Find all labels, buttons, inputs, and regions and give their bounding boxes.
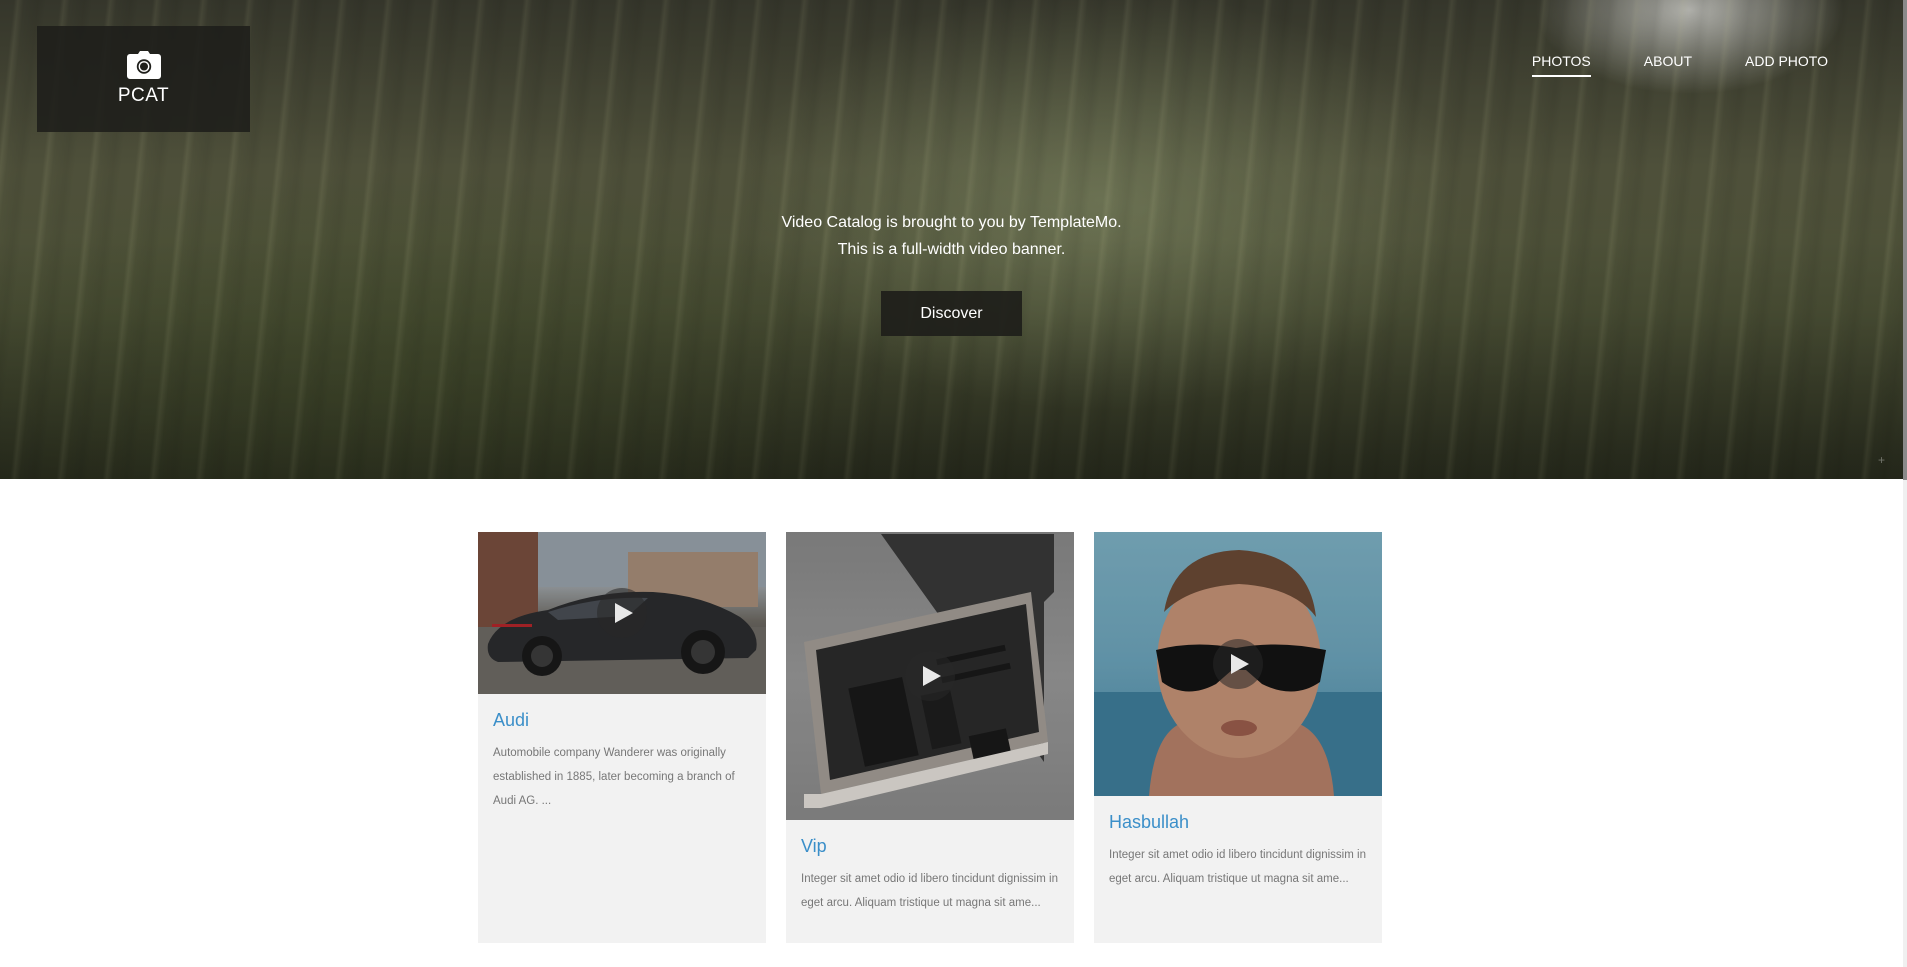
hero-line-2: This is a full-width video banner. bbox=[837, 241, 1066, 258]
nav-photos[interactable]: PHOTOS bbox=[1531, 53, 1591, 77]
play-icon bbox=[923, 666, 941, 686]
card-title[interactable]: Audi bbox=[478, 710, 766, 731]
photo-card-hasbullah: Hasbullah Integer sit amet odio id liber… bbox=[1094, 532, 1382, 943]
card-description: Integer sit amet odio id libero tincidun… bbox=[1109, 849, 1366, 885]
hero-caption: Video Catalog is brought to you by Templ… bbox=[0, 209, 1903, 263]
play-button[interactable] bbox=[905, 651, 955, 701]
card-thumbnail[interactable] bbox=[1094, 532, 1382, 796]
play-icon bbox=[1231, 654, 1249, 674]
hero-line-1: Video Catalog is brought to you by Templ… bbox=[781, 214, 1122, 231]
card-description: Automobile company Wanderer was original… bbox=[493, 747, 735, 807]
logo[interactable]: PCAT bbox=[37, 26, 250, 132]
play-button[interactable] bbox=[597, 588, 647, 638]
nav-add-photo[interactable]: ADD PHOTO bbox=[1745, 53, 1828, 77]
card-thumbnail[interactable] bbox=[478, 532, 766, 694]
page-scrollbar[interactable] bbox=[1903, 0, 1907, 967]
camera-icon bbox=[126, 51, 161, 79]
photo-card-vip: Vip Integer sit amet odio id libero tinc… bbox=[786, 532, 1074, 943]
card-title[interactable]: Vip bbox=[786, 836, 1074, 857]
play-button[interactable] bbox=[1213, 639, 1263, 689]
card-title[interactable]: Hasbullah bbox=[1094, 812, 1382, 833]
hero-banner: PCAT PHOTOS ABOUT ADD PHOTO Video Catalo… bbox=[0, 0, 1903, 479]
brand-name: PCAT bbox=[117, 85, 170, 106]
plus-icon: + bbox=[1877, 453, 1885, 467]
discover-button[interactable]: Discover bbox=[881, 291, 1022, 336]
card-thumbnail[interactable] bbox=[786, 532, 1074, 820]
main-nav: PHOTOS ABOUT ADD PHOTO bbox=[1479, 53, 1828, 77]
card-description: Integer sit amet odio id libero tincidun… bbox=[801, 873, 1058, 909]
nav-about[interactable]: ABOUT bbox=[1644, 53, 1692, 77]
scrollbar-thumb[interactable] bbox=[1903, 0, 1907, 480]
play-icon bbox=[615, 603, 633, 623]
photo-card-audi: Audi Automobile company Wanderer was ori… bbox=[478, 532, 766, 943]
